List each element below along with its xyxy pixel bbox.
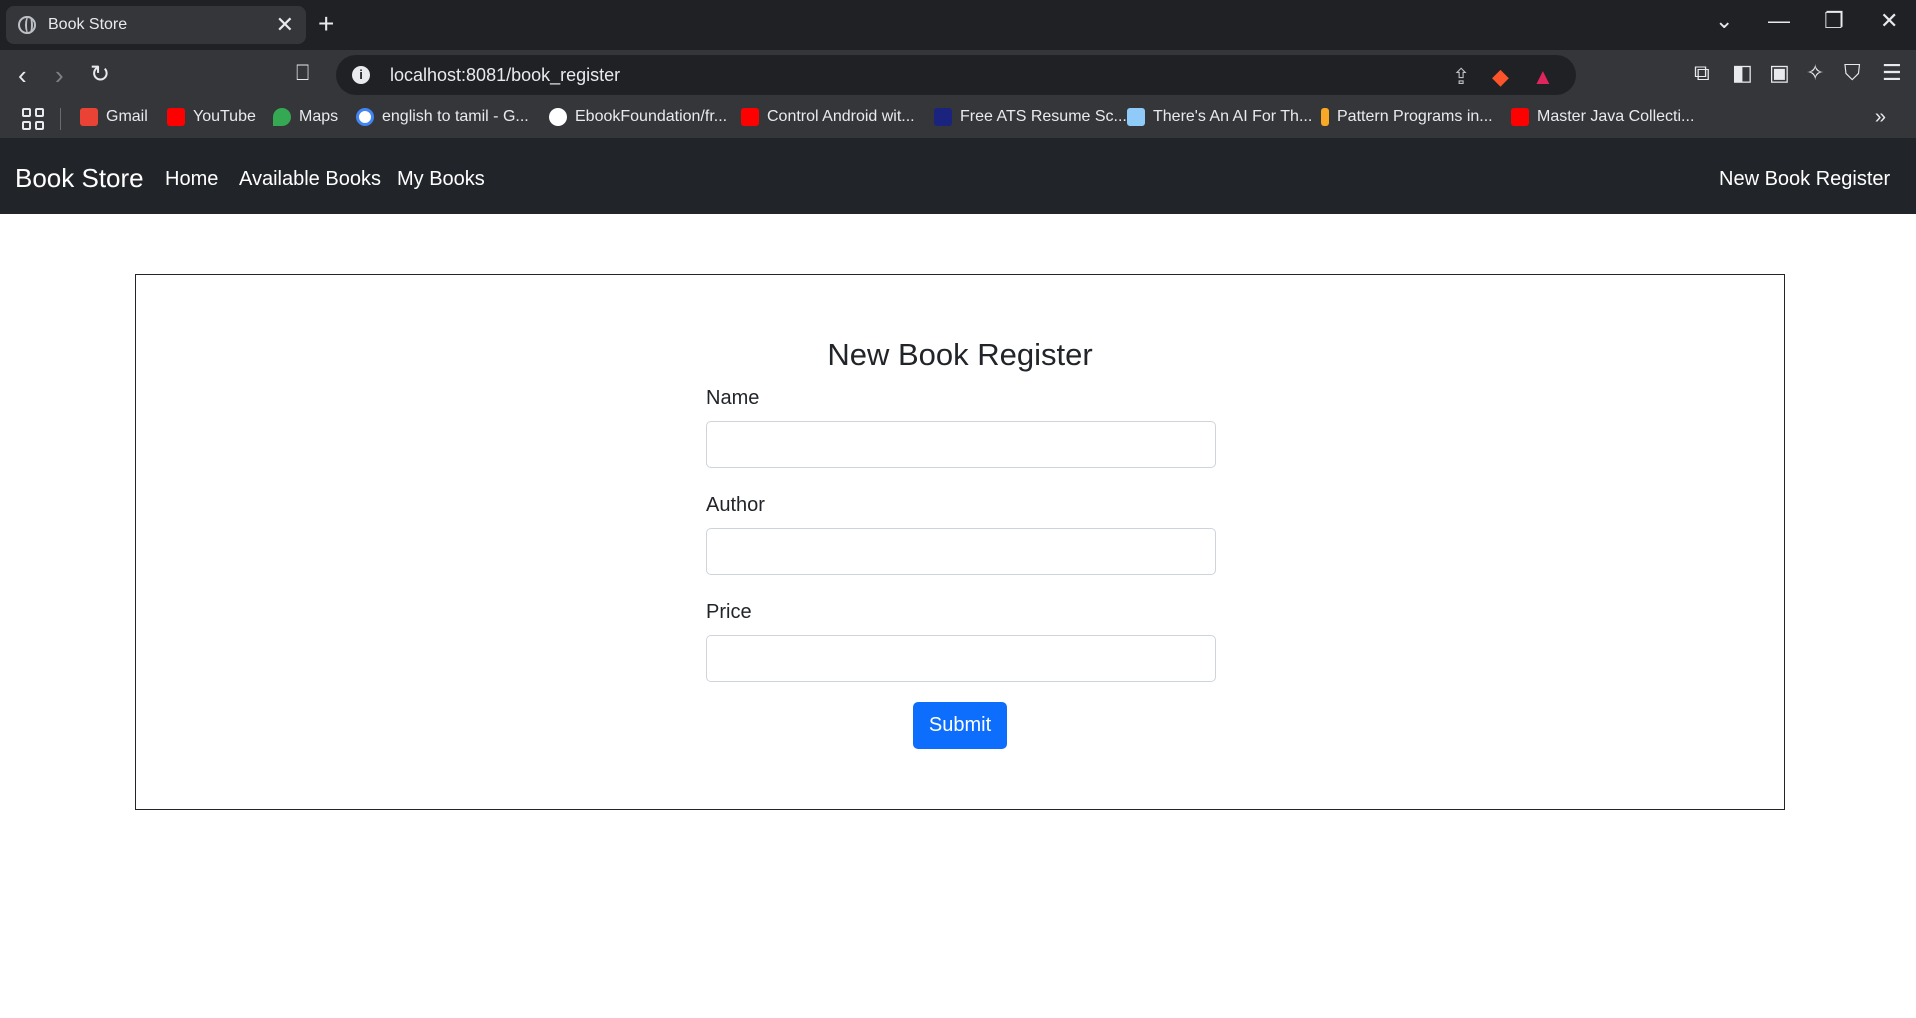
share-icon[interactable]: ⇪ xyxy=(1452,64,1470,90)
new-tab-icon[interactable]: + xyxy=(318,8,334,40)
globe-icon xyxy=(18,16,36,34)
submit-button[interactable]: Submit xyxy=(913,702,1007,749)
tab-search-icon[interactable]: ⌄ xyxy=(1715,8,1733,34)
gmail-icon xyxy=(80,108,98,126)
vpn-icon[interactable]: ⛉ xyxy=(1844,60,1861,86)
site-info-icon[interactable]: i xyxy=(352,66,370,84)
name-input[interactable] xyxy=(706,421,1216,468)
brand-link[interactable]: Book Store xyxy=(15,163,144,194)
tab-title: Book Store xyxy=(48,16,128,33)
nav-my-books-link[interactable]: My Books xyxy=(397,168,485,191)
pattern-icon xyxy=(1321,108,1329,126)
bookmark-ats-resume[interactable]: Free ATS Resume Sc... xyxy=(934,108,1127,126)
brave-shield-icon[interactable]: ◆ xyxy=(1492,64,1509,90)
url-text: localhost:8081/book_register xyxy=(390,64,621,85)
forward-icon[interactable]: › xyxy=(55,60,64,91)
bookmark-pattern-programs[interactable]: Pattern Programs in... xyxy=(1321,108,1493,126)
address-bar[interactable]: i localhost:8081/book_register ⇪ ◆ ▲ xyxy=(336,55,1576,95)
bookmark-gmail[interactable]: Gmail xyxy=(80,108,148,126)
tab-close-icon[interactable]: ✕ xyxy=(276,12,294,38)
leo-ai-icon[interactable]: ✧ xyxy=(1806,60,1824,86)
bookmark-youtube-android[interactable]: Control Android wit... xyxy=(741,108,915,126)
minimize-icon[interactable]: — xyxy=(1768,8,1790,34)
brave-rewards-icon[interactable]: ▲ xyxy=(1532,64,1554,90)
price-input[interactable] xyxy=(706,635,1216,682)
bookmark-google-translate[interactable]: english to tamil - G... xyxy=(356,108,529,126)
author-label: Author xyxy=(706,494,765,516)
extensions-icon[interactable]: ⧉ xyxy=(1694,60,1710,86)
ai-icon xyxy=(1127,108,1145,126)
app-navbar: Book Store Home Available Books My Books… xyxy=(0,138,1916,214)
bookmark-icon[interactable]: ⎕ xyxy=(296,60,309,86)
bookmark-ai-for-that[interactable]: There's An AI For Th... xyxy=(1127,108,1312,126)
nav-new-book-register-link[interactable]: New Book Register xyxy=(1719,168,1890,191)
back-icon[interactable]: ‹ xyxy=(18,60,27,91)
maps-icon xyxy=(273,108,291,126)
author-input[interactable] xyxy=(706,528,1216,575)
youtube-icon xyxy=(167,108,185,126)
browser-tab-bar: Book Store ✕ + ⌄ — ❐ ✕ xyxy=(0,0,1916,50)
bookmarks-bar: Gmail YouTube Maps english to tamil - G.… xyxy=(0,100,1916,138)
form-heading: New Book Register xyxy=(827,337,1093,372)
github-icon xyxy=(549,108,567,126)
bookmarks-divider xyxy=(60,108,61,130)
ats-icon xyxy=(934,108,952,126)
google-icon xyxy=(356,108,374,126)
bookmark-master-java[interactable]: Master Java Collecti... xyxy=(1511,108,1694,126)
bookmark-youtube[interactable]: YouTube xyxy=(167,108,256,126)
price-label: Price xyxy=(706,601,752,623)
menu-icon[interactable]: ☰ xyxy=(1882,60,1902,86)
reload-icon[interactable]: ↻ xyxy=(90,60,110,89)
close-window-icon[interactable]: ✕ xyxy=(1880,8,1898,34)
sidebar-icon[interactable]: ◧ xyxy=(1732,60,1753,86)
nav-home-link[interactable]: Home xyxy=(165,168,218,191)
browser-tab[interactable]: Book Store ✕ xyxy=(6,6,306,44)
bookmark-maps[interactable]: Maps xyxy=(273,108,338,126)
nav-available-books-link[interactable]: Available Books xyxy=(239,168,381,191)
restore-icon[interactable]: ❐ xyxy=(1824,8,1844,34)
name-label: Name xyxy=(706,387,760,409)
bookmark-github[interactable]: EbookFoundation/fr... xyxy=(549,108,727,126)
browser-toolbar: ‹ › ↻ ⎕ i localhost:8081/book_register ⇪… xyxy=(0,50,1916,100)
wallet-icon[interactable]: ▣ xyxy=(1769,60,1790,86)
register-form-card: New Book Register Name Author Price Subm… xyxy=(135,274,1785,810)
youtube-icon xyxy=(741,108,759,126)
more-bookmarks-icon[interactable]: » xyxy=(1875,106,1886,129)
youtube-icon xyxy=(1511,108,1529,126)
apps-grid-icon[interactable] xyxy=(22,108,44,130)
